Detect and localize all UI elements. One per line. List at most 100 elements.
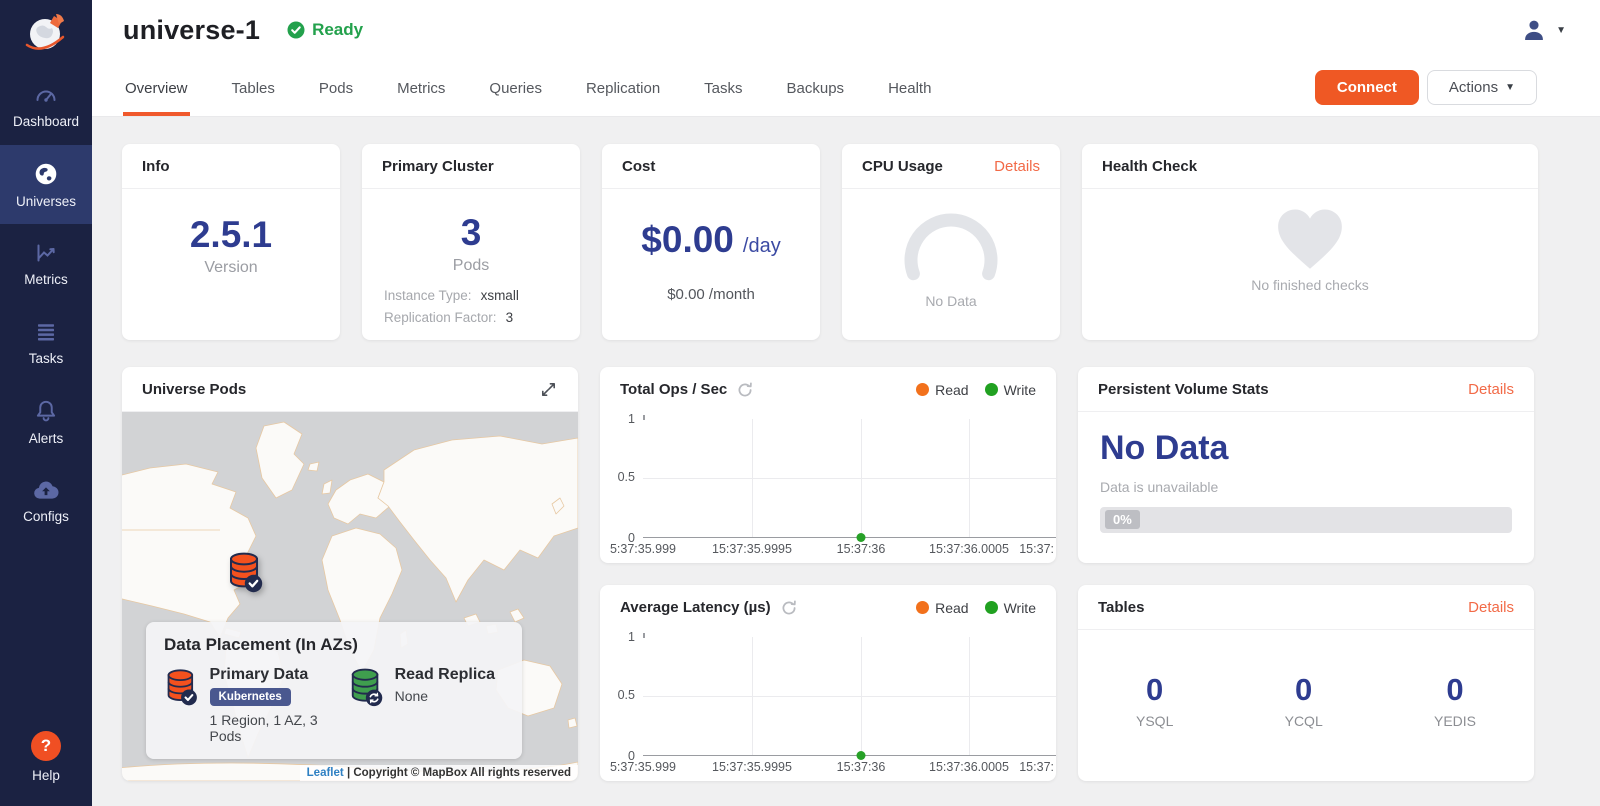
yedis-count: 0: [1434, 672, 1476, 708]
tasks-icon: [33, 320, 59, 344]
x-tick: 15:37:35.9995: [712, 542, 792, 556]
planet-rocket-logo-icon: [20, 7, 72, 59]
card-title: Tables: [1098, 599, 1144, 616]
legend-read[interactable]: Read: [916, 600, 968, 616]
read-replica-value: None: [395, 688, 495, 704]
write-dot-icon: [985, 601, 998, 614]
pods-count: 3: [362, 213, 580, 254]
x-tick: 15:37:36.0005: [929, 542, 1009, 556]
yedis-label: YEDIS: [1434, 713, 1476, 729]
actions-button[interactable]: Actions ▼: [1427, 70, 1537, 105]
replication-factor-key: Replication Factor:: [384, 310, 497, 325]
x-tick: 15:37:: [1019, 542, 1054, 556]
yedis-stat: 0 YEDIS: [1434, 672, 1476, 729]
cost-per-day: $0.00: [641, 219, 734, 261]
pvs-progress-label: 0%: [1105, 510, 1140, 529]
attribution-text: | Copyright © MapBox All rights reserved: [347, 767, 571, 779]
cost-per-month: $0.00 /month: [602, 286, 820, 303]
tab-replication[interactable]: Replication: [586, 60, 660, 116]
tab-queries[interactable]: Queries: [489, 60, 542, 116]
avg-latency-plot: 1 0.5 0: [643, 637, 1056, 756]
world-map[interactable]: Data Placement (In AZs): [122, 412, 578, 781]
sidebar-item-universes[interactable]: Universes: [0, 145, 92, 224]
cost-card: Cost $0.00 /day $0.00 /month: [602, 144, 820, 340]
legend-write[interactable]: Write: [985, 600, 1036, 616]
sidebar-item-alerts[interactable]: Alerts: [0, 382, 92, 461]
sidebar-item-label: Help: [32, 768, 60, 783]
persistent-volume-stats-card: Persistent Volume Stats Details No Data …: [1078, 367, 1534, 563]
metrics-icon: [33, 241, 59, 265]
data-placement-title: Data Placement (In AZs): [164, 635, 504, 655]
x-tick: 15:37:36: [837, 760, 886, 774]
overview-content: Info 2.5.1 Version Primary Cluster 3 Pod…: [92, 117, 1600, 806]
sidebar-item-help[interactable]: ? Help: [0, 717, 92, 796]
data-placement-panel: Data Placement (In AZs): [146, 622, 522, 759]
health-no-checks: No finished checks: [1082, 277, 1538, 293]
replica-database-icon: [348, 666, 384, 708]
y-tick: 1: [600, 630, 635, 644]
legend-read-label: Read: [935, 382, 968, 398]
user-avatar-icon: [1521, 17, 1547, 43]
expand-icon[interactable]: [539, 380, 558, 399]
leaflet-link[interactable]: Leaflet: [307, 767, 344, 779]
chart-title: Average Latency (µs): [620, 599, 771, 616]
tab-backups[interactable]: Backups: [787, 60, 845, 116]
x-tick: 15:37:36: [837, 542, 886, 556]
status-badge: Ready: [287, 20, 363, 40]
tab-metrics[interactable]: Metrics: [397, 60, 445, 116]
tab-health[interactable]: Health: [888, 60, 931, 116]
configs-icon: [32, 478, 60, 502]
sidebar-item-tasks[interactable]: Tasks: [0, 303, 92, 382]
app-logo[interactable]: [0, 0, 92, 66]
legend-write[interactable]: Write: [985, 382, 1036, 398]
replication-factor-value: 3: [506, 310, 514, 325]
chevron-down-icon: ▼: [1505, 82, 1515, 93]
pvs-details-link[interactable]: Details: [1468, 381, 1514, 398]
refresh-icon[interactable]: [781, 600, 797, 616]
ysql-label: YSQL: [1136, 713, 1173, 729]
refresh-icon[interactable]: [737, 382, 753, 398]
primary-data-label: Primary Data: [210, 666, 348, 684]
tab-overview[interactable]: Overview: [125, 60, 188, 116]
x-tick: 15:37:35.9995: [712, 760, 792, 774]
card-title: Primary Cluster: [382, 158, 494, 175]
tab-tasks[interactable]: Tasks: [704, 60, 742, 116]
instance-type-key: Instance Type:: [384, 288, 472, 303]
legend-read-label: Read: [935, 600, 968, 616]
universe-tabs: Overview Tables Pods Metrics Queries Rep…: [92, 60, 1600, 117]
pvs-no-data: No Data: [1100, 429, 1512, 468]
dashboard-icon: [33, 83, 59, 107]
page-title: universe-1: [123, 15, 260, 46]
connect-button[interactable]: Connect: [1315, 70, 1419, 105]
tab-pods[interactable]: Pods: [319, 60, 353, 116]
primary-data-group: Primary Data Kubernetes 1 Region, 1 AZ, …: [164, 666, 348, 744]
cost-unit: /day: [743, 235, 781, 258]
read-dot-icon: [916, 383, 929, 396]
x-tick: 5:37:35.999: [610, 542, 676, 556]
primary-database-icon: [164, 666, 199, 708]
legend-write-label: Write: [1004, 382, 1036, 398]
map-attribution: Leaflet | Copyright © MapBox All rights …: [300, 765, 578, 781]
sidebar-item-dashboard[interactable]: Dashboard: [0, 66, 92, 145]
instance-type-row: Instance Type: xsmall: [384, 288, 558, 303]
sidebar-item-label: Universes: [16, 194, 76, 209]
read-replica-group: Read Replica None: [348, 666, 495, 744]
sidebar-item-metrics[interactable]: Metrics: [0, 224, 92, 303]
sidebar-item-label: Metrics: [24, 272, 68, 287]
sidebar-item-configs[interactable]: Configs: [0, 461, 92, 540]
user-menu[interactable]: ▼: [1521, 17, 1566, 43]
primary-data-marker-icon[interactable]: [226, 550, 264, 594]
tables-details-link[interactable]: Details: [1468, 599, 1514, 616]
sidebar-item-label: Configs: [23, 509, 69, 524]
cpu-details-link[interactable]: Details: [994, 158, 1040, 175]
x-tick: 15:37:36.0005: [929, 760, 1009, 774]
pods-label: Pods: [362, 257, 580, 275]
heart-icon: [1273, 205, 1347, 271]
pvs-progress-bar: 0%: [1100, 507, 1512, 533]
card-title: Universe Pods: [142, 381, 246, 398]
legend-read[interactable]: Read: [916, 382, 968, 398]
card-title: CPU Usage: [862, 158, 943, 175]
tab-tables[interactable]: Tables: [232, 60, 275, 116]
ysql-count: 0: [1136, 672, 1173, 708]
instance-type-value: xsmall: [481, 288, 519, 303]
